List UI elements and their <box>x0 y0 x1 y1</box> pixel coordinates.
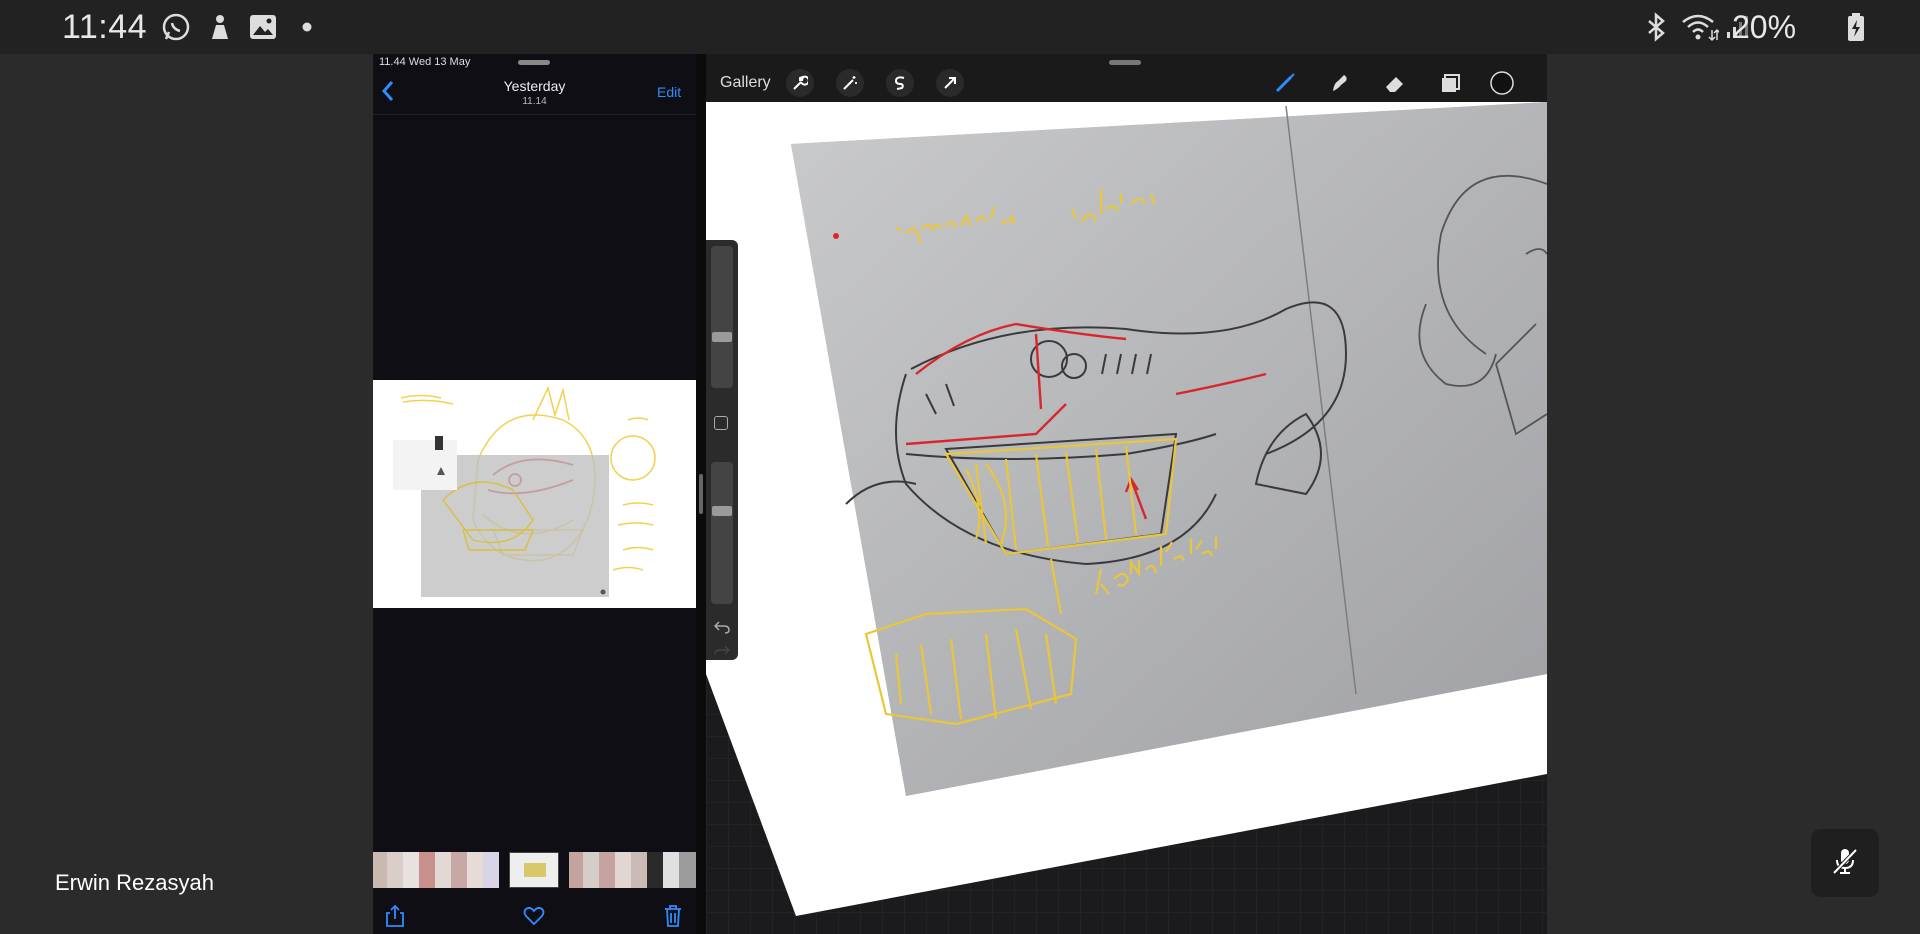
brush-icon[interactable] <box>1271 69 1299 97</box>
brush-size-knob[interactable] <box>712 332 732 342</box>
thumbnail[interactable] <box>583 852 599 888</box>
layers-icon[interactable] <box>1436 69 1464 97</box>
redo-icon[interactable] <box>714 644 731 663</box>
photos-subtitle-time: 11.14 <box>522 96 547 107</box>
procreate-sidebar <box>706 240 738 660</box>
thumbnail[interactable] <box>419 852 435 888</box>
battery-percentage: 20% <box>1732 9 1797 45</box>
thumbnail[interactable] <box>483 852 499 888</box>
gallery-button[interactable]: Gallery <box>720 74 771 92</box>
thumbnail[interactable] <box>403 852 419 888</box>
dot-icon <box>300 12 314 42</box>
thumbnail[interactable] <box>647 852 663 888</box>
multitask-grabber[interactable] <box>518 60 550 65</box>
status-clock: 11:44 <box>62 8 148 46</box>
header-divider <box>373 114 696 115</box>
bluetooth-icon <box>1642 12 1670 42</box>
thumbnail[interactable] <box>663 852 679 888</box>
thumbnail[interactable] <box>373 852 387 888</box>
participant-name: Erwin Rezasyah <box>55 870 214 895</box>
opacity-knob[interactable] <box>712 506 732 516</box>
microphone-muted-icon <box>1829 845 1861 882</box>
opacity-slider[interactable] <box>711 462 733 604</box>
heart-icon[interactable] <box>523 906 545 931</box>
mute-microphone-button[interactable] <box>1811 829 1879 897</box>
battery-icon <box>1844 12 1868 42</box>
thumbnail[interactable] <box>599 852 615 888</box>
gallery-icon <box>248 12 278 42</box>
shared-ipad-screen: 11.44 Wed 13 May Yesterday 11.14 Edit Ga… <box>373 54 1547 934</box>
thumbnail[interactable] <box>451 852 467 888</box>
photos-app-pane: 11.44 Wed 13 May Yesterday 11.14 Edit <box>373 54 696 934</box>
modify-button[interactable] <box>714 416 728 430</box>
ipad-status-text: 11.44 Wed 13 May <box>379 56 471 68</box>
edit-button[interactable]: Edit <box>657 84 681 100</box>
photos-bottom-toolbar <box>373 898 696 934</box>
undo-icon[interactable] <box>713 620 730 639</box>
share-icon[interactable] <box>385 904 405 933</box>
brush-size-slider[interactable] <box>711 246 733 388</box>
whatsapp-icon <box>160 12 192 42</box>
thumbnail[interactable] <box>467 852 483 888</box>
split-view-handle[interactable] <box>699 474 703 514</box>
drawing-canvas[interactable] <box>706 54 1547 934</box>
smudge-icon[interactable] <box>1326 69 1354 97</box>
trash-icon[interactable] <box>663 904 683 933</box>
photo-filmstrip[interactable] <box>373 852 696 888</box>
multitask-grabber[interactable] <box>1109 60 1141 65</box>
wifi-icon <box>1680 12 1720 42</box>
magic-wand-icon[interactable] <box>836 69 864 97</box>
thumbnail[interactable] <box>435 852 451 888</box>
eraser-icon[interactable] <box>1381 69 1409 97</box>
thumbnail[interactable] <box>387 852 403 888</box>
wrench-icon[interactable] <box>786 69 814 97</box>
selection-icon[interactable] <box>886 69 914 97</box>
transform-icon[interactable] <box>936 69 964 97</box>
thumbnail[interactable] <box>569 852 583 888</box>
app-notification-icon <box>206 12 234 42</box>
photos-title: Yesterday <box>503 78 566 94</box>
color-icon[interactable] <box>1488 69 1516 97</box>
thumbnail[interactable] <box>679 852 696 888</box>
thumbnail[interactable] <box>615 852 631 888</box>
android-status-bar: 11:44 20% <box>0 0 1920 54</box>
photo-preview[interactable] <box>373 380 696 608</box>
thumbnail-selected[interactable] <box>509 852 559 888</box>
procreate-app-pane: Gallery <box>706 54 1547 934</box>
thumbnail[interactable] <box>631 852 647 888</box>
